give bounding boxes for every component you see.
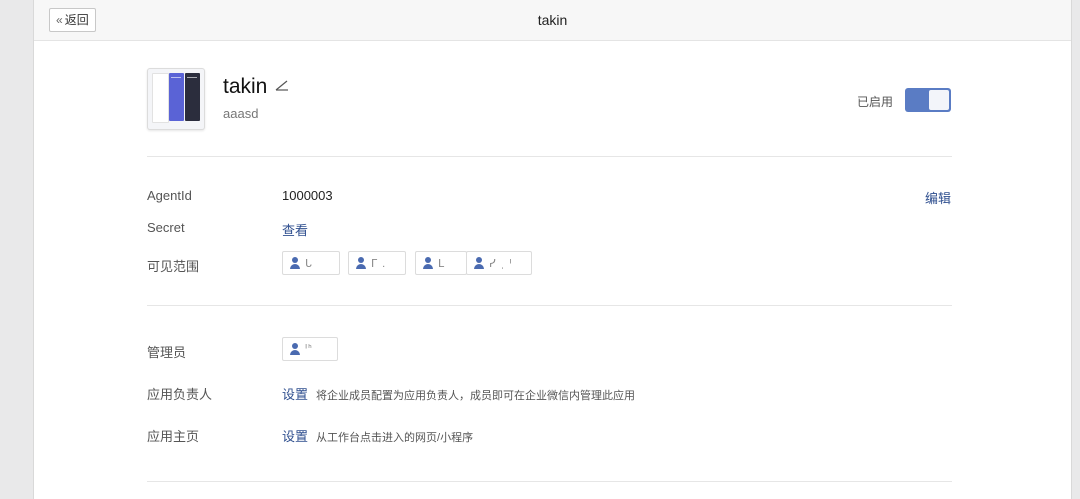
member-chip[interactable]: ᒥ .	[348, 251, 406, 275]
set-homepage-link[interactable]: 设置	[282, 429, 308, 444]
app-name-text: takin	[223, 75, 268, 98]
enable-toggle[interactable]	[905, 88, 951, 112]
top-bar: « 返回 takin	[34, 0, 1071, 41]
homepage-row: 设置 从工作台点击进入的网页/小程序	[282, 426, 473, 445]
visible-scope-label: 可见范围	[147, 259, 200, 274]
set-owner-link[interactable]: 设置	[282, 387, 308, 402]
member-name: ᓯ ˌ ᑊ	[489, 257, 513, 270]
owner-row: 设置 将企业成员配置为应用负责人，成员即可在企业微信内管理此应用	[282, 384, 635, 403]
owner-hint: 将企业成员配置为应用负责人，成员即可在企业微信内管理此应用	[316, 390, 636, 402]
admin-chip[interactable]: ᑊᑋ	[282, 337, 338, 361]
member-chip[interactable]: ᒪ	[415, 251, 467, 275]
toggle-knob	[929, 90, 949, 110]
agentid-label: AgentId	[147, 188, 192, 203]
owner-label: 应用负责人	[147, 387, 213, 402]
member-name: ᒪ	[438, 257, 446, 270]
status-label: 已启用	[857, 95, 894, 109]
app-name: takin	[223, 75, 289, 99]
secret-label: Secret	[147, 220, 185, 235]
homepage-hint: 从工作台点击进入的网页/小程序	[316, 432, 474, 444]
page-title: takin	[537, 12, 568, 28]
member-name: ᒥ .	[371, 257, 387, 270]
person-icon	[289, 257, 301, 269]
person-icon	[422, 257, 434, 269]
divider	[147, 305, 952, 306]
person-icon	[355, 257, 367, 269]
app-detail-panel: « 返回 takin takin aaasd 已启用 AgentId 10000…	[33, 0, 1072, 499]
admin-label: 管理员	[147, 345, 187, 360]
pencil-icon[interactable]	[275, 78, 289, 96]
homepage-label: 应用主页	[147, 429, 200, 444]
edit-link[interactable]: 编辑	[925, 188, 951, 207]
app-logo	[147, 68, 205, 130]
admin-name: ᑊᑋ	[305, 343, 313, 355]
member-chip[interactable]: ᒐ	[282, 251, 340, 275]
person-icon	[473, 257, 485, 269]
member-chip[interactable]: ᓯ ˌ ᑊ	[466, 251, 532, 275]
divider	[147, 156, 952, 157]
member-name: ᒐ	[305, 257, 313, 270]
person-icon	[289, 343, 301, 355]
view-secret-link[interactable]: 查看	[282, 220, 308, 239]
divider	[147, 481, 952, 482]
agentid-value: 1000003	[282, 188, 333, 203]
app-description: aaasd	[223, 106, 259, 121]
